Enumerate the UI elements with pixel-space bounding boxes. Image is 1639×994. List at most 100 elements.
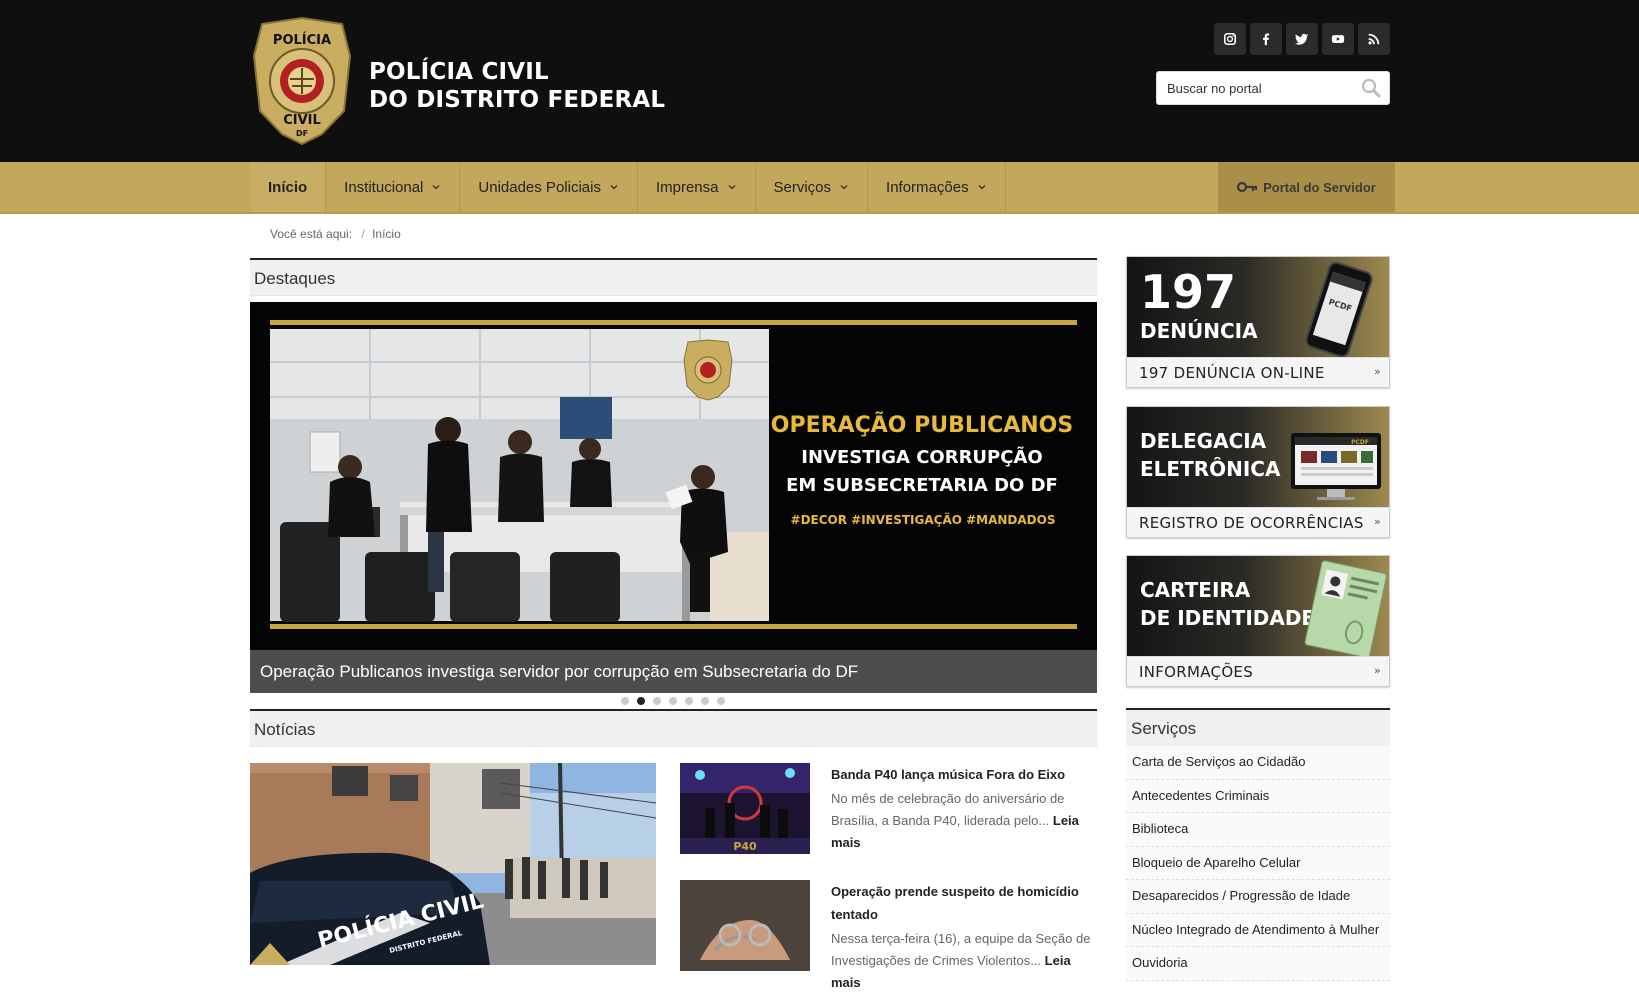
slide-dot-6[interactable] <box>701 697 709 705</box>
site-title[interactable]: POLÍCIA CIVIL DO DISTRITO FEDERAL <box>369 58 665 114</box>
twitter-icon[interactable] <box>1286 23 1318 55</box>
banner-197-denuncia-art: 197 DENÚNCIA PCDF <box>1127 257 1389 357</box>
news-thumb-p40[interactable]: P40 <box>680 763 810 854</box>
banner-carteira-footer-label: INFORMAÇÕES <box>1139 663 1254 681</box>
key-icon <box>1237 181 1258 193</box>
portal-servidor-label: Portal do Servidor <box>1263 179 1376 195</box>
banner-carteira-footer: INFORMAÇÕES » <box>1127 656 1389 686</box>
nav-inicio-label: Início <box>268 178 308 196</box>
pcdf-badge-logo[interactable]: POLÍCIA CIVIL DF <box>252 16 352 146</box>
main-nav: Início Institucional Unidades Policiais … <box>0 162 1639 214</box>
news-thumb-handcuffs[interactable] <box>680 880 810 971</box>
chevron-down-icon <box>432 185 440 190</box>
svg-text:PCDF: PCDF <box>1351 439 1369 446</box>
news-main-photo[interactable]: POLÍCIA CIVIL DISTRITO FEDERAL <box>250 763 656 965</box>
news-summary: Nessa terça-feira (16), a equipe da Seçã… <box>831 928 1096 994</box>
slide-dot-2[interactable] <box>637 697 645 705</box>
banner-delegacia-line2: ELETRÔNICA <box>1140 457 1281 481</box>
banner-carteira-line2: DE IDENTIDADE <box>1140 606 1316 630</box>
chevron-right-icon: » <box>1373 664 1381 677</box>
banner-carteira-line1: CARTEIRA <box>1140 578 1251 602</box>
rss-icon[interactable] <box>1358 23 1390 55</box>
nav-institucional-label: Institucional <box>344 178 424 196</box>
instagram-icon[interactable] <box>1214 23 1246 55</box>
nav-inicio[interactable]: Início <box>250 162 327 212</box>
nav-informacoes[interactable]: Informações <box>868 162 1006 212</box>
banner-197-number: 197 <box>1140 265 1237 319</box>
site-header: POLÍCIA CIVIL DF POLÍCIA CIVIL DO DISTRI… <box>0 0 1639 162</box>
banner-delegacia-footer-label: REGISTRO DE OCORRÊNCIAS <box>1139 514 1364 532</box>
slide-pagination <box>621 697 725 705</box>
breadcrumb-current[interactable]: Início <box>372 227 401 241</box>
site-title-line1: POLÍCIA CIVIL <box>369 59 549 85</box>
site-title-line2: DO DISTRITO FEDERAL <box>369 87 666 113</box>
chevron-down-icon <box>840 185 848 190</box>
chevron-right-icon: » <box>1373 365 1381 378</box>
breadcrumb-separator: / <box>361 227 365 241</box>
chevron-down-icon <box>978 185 986 190</box>
servico-link-bloqueio-celular[interactable]: Bloqueio de Aparelho Celular <box>1126 846 1390 880</box>
banner-197-label: DENÚNCIA <box>1140 319 1258 343</box>
news-summary-text: No mês de celebração do aniversário de B… <box>831 791 1065 828</box>
nav-servicos[interactable]: Serviços <box>756 162 869 212</box>
breadcrumb-prefix: Você está aqui: <box>270 227 353 241</box>
banner-carteira-art: CARTEIRA DE IDENTIDADE <box>1127 556 1389 656</box>
monitor-icon: PCDF <box>1291 433 1381 500</box>
portal-servidor-button[interactable]: Portal do Servidor <box>1218 162 1395 212</box>
nav-institucional[interactable]: Institucional <box>326 162 461 212</box>
servico-link-biblioteca[interactable]: Biblioteca <box>1126 813 1390 847</box>
servico-link-carta[interactable]: Carta de Serviços ao Cidadão <box>1126 746 1390 780</box>
id-card-icon <box>1304 560 1387 656</box>
search-box <box>1156 71 1390 105</box>
svg-text:#DECOR #INVESTIGAÇÃO #MANDADOS: #DECOR #INVESTIGAÇÃO #MANDADOS <box>791 512 1056 527</box>
facebook-icon[interactable] <box>1250 23 1282 55</box>
nav-servicos-label: Serviços <box>773 178 832 196</box>
banner-delegacia-line1: DELEGACIA <box>1140 429 1267 453</box>
banner-197-footer-label: 197 DENÚNCIA ON-LINE <box>1139 364 1325 382</box>
svg-text:CIVIL: CIVIL <box>283 113 321 128</box>
breadcrumb: Você está aqui: / Início <box>270 227 401 241</box>
nav-unidades-policiais-label: Unidades Policiais <box>478 178 601 196</box>
slide-dot-1[interactable] <box>621 697 629 705</box>
noticias-heading: Notícias <box>250 709 1097 747</box>
featured-slide-image[interactable]: OPERAÇÃO PUBLICANOS INVESTIGA CORRUPÇÃO … <box>250 302 1097 650</box>
svg-text:DF: DF <box>296 129 308 138</box>
servico-link-nucleo-mulher[interactable]: Núcleo Integrado de Atendimento à Mulher <box>1126 913 1390 947</box>
banner-197-footer: 197 DENÚNCIA ON-LINE » <box>1127 357 1389 387</box>
social-links <box>1214 23 1390 55</box>
banner-197-denuncia[interactable]: 197 DENÚNCIA PCDF 197 DENÚNCIA ON-LINE » <box>1126 256 1390 388</box>
featured-slide[interactable]: OPERAÇÃO PUBLICANOS INVESTIGA CORRUPÇÃO … <box>250 302 1097 693</box>
nav-imprensa-label: Imprensa <box>655 178 719 196</box>
youtube-icon[interactable] <box>1322 23 1354 55</box>
banner-carteira-identidade[interactable]: CARTEIRA DE IDENTIDADE INFORMAÇÕES » <box>1126 555 1390 687</box>
nav-imprensa[interactable]: Imprensa <box>638 162 756 212</box>
svg-text:EM SUBSECRETARIA DO DF: EM SUBSECRETARIA DO DF <box>786 475 1058 496</box>
chevron-down-icon <box>728 185 735 190</box>
chevron-right-icon: » <box>1373 515 1381 528</box>
search-icon[interactable] <box>1361 78 1381 98</box>
slide-dot-7[interactable] <box>717 697 725 705</box>
search-input[interactable] <box>1157 72 1347 104</box>
smartphone-icon: PCDF <box>1305 261 1373 357</box>
news-summary: No mês de celebração do aniversário de B… <box>831 788 1096 854</box>
servicos-heading: Serviços <box>1126 708 1390 746</box>
svg-text:INVESTIGA CORRUPÇÃO: INVESTIGA CORRUPÇÃO <box>801 445 1042 468</box>
svg-text:POLÍCIA: POLÍCIA <box>273 32 331 48</box>
servico-link-desaparecidos[interactable]: Desaparecidos / Progressão de Idade <box>1126 880 1390 914</box>
servicos-list: Carta de Serviços ao Cidadão Antecedente… <box>1126 746 1390 981</box>
servico-link-antecedentes[interactable]: Antecedentes Criminais <box>1126 779 1390 813</box>
svg-text:OPERAÇÃO PUBLICANOS: OPERAÇÃO PUBLICANOS <box>771 412 1073 438</box>
banner-delegacia-eletronica[interactable]: DELEGACIA ELETRÔNICA PCDF REGISTRO DE OC… <box>1126 406 1390 538</box>
svg-text:P40: P40 <box>733 840 757 853</box>
slide-dot-5[interactable] <box>685 697 693 705</box>
servico-link-ouvidoria[interactable]: Ouvidoria <box>1126 947 1390 981</box>
slide-dot-4[interactable] <box>669 697 677 705</box>
featured-slide-caption[interactable]: Operação Publicanos investiga servidor p… <box>250 650 1097 693</box>
banner-delegacia-footer: REGISTRO DE OCORRÊNCIAS » <box>1127 507 1389 537</box>
news-title[interactable]: Operação prende suspeito de homicídio te… <box>831 880 1096 926</box>
nav-unidades-policiais[interactable]: Unidades Policiais <box>460 162 638 212</box>
news-title[interactable]: Banda P40 lança música Fora do Eixo <box>831 763 1096 786</box>
banner-delegacia-art: DELEGACIA ELETRÔNICA PCDF <box>1127 407 1389 507</box>
destaques-heading: Destaques <box>250 258 1097 296</box>
slide-dot-3[interactable] <box>653 697 661 705</box>
